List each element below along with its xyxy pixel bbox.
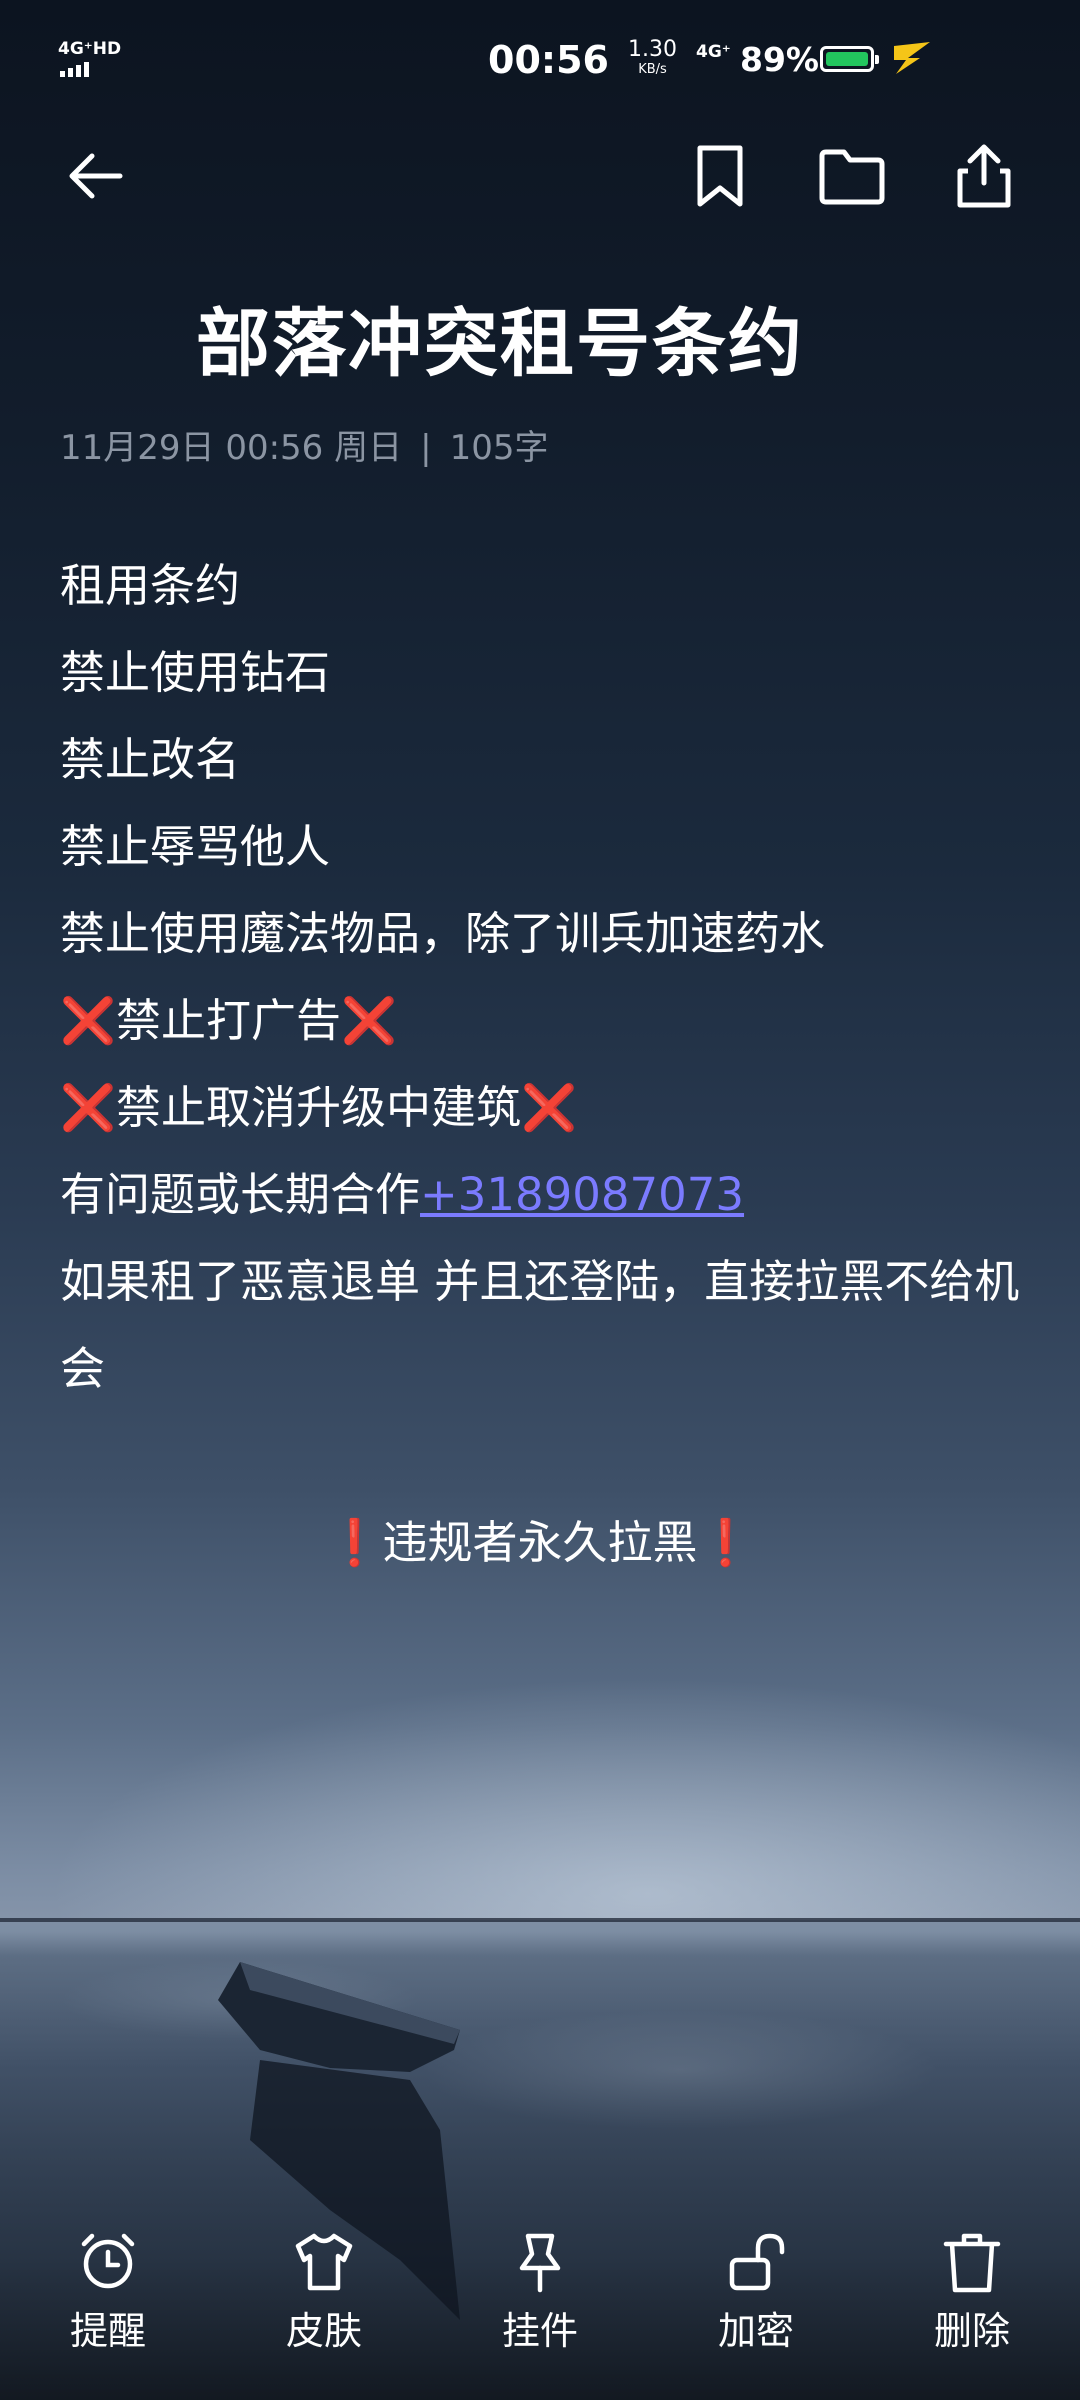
back-button[interactable] xyxy=(56,136,136,216)
alarm-clock-icon xyxy=(81,2233,135,2289)
skin-button[interactable]: 皮肤 xyxy=(244,2230,404,2400)
clock: 00:56 xyxy=(488,38,609,82)
note-line-ads: ❌禁止打广告❌ xyxy=(60,977,1020,1064)
unlock-icon xyxy=(729,2233,785,2291)
note-line-text: 禁止打广告 xyxy=(116,994,342,1047)
top-toolbar xyxy=(0,124,1080,234)
speed-value: 1.30 xyxy=(628,37,677,62)
tshirt-icon xyxy=(295,2233,353,2291)
pin-icon xyxy=(519,2233,561,2293)
note-line: 租用条约 xyxy=(60,559,241,612)
pin-label: 挂件 xyxy=(501,2309,578,2353)
note-meta: 11月29日 00:56 周日 | 105字 xyxy=(60,420,549,469)
bookmark-icon xyxy=(697,145,743,207)
battery-percent: 89% xyxy=(740,40,819,79)
back-arrow-icon xyxy=(69,153,123,199)
signal-icon xyxy=(60,62,89,77)
bottom-toolbar: 提醒 皮肤 挂件 加密 删除 xyxy=(0,2230,1080,2400)
network-indicator-2: 4G⁺ xyxy=(696,42,731,62)
word-count: 105字 xyxy=(449,428,549,468)
note-body[interactable]: 租用条约 禁止使用钻石 禁止改名 禁止辱骂他人 禁止使用魔法物品，除了训兵加速药… xyxy=(60,542,1020,1586)
note-title[interactable]: 部落冲突租号条约 xyxy=(0,284,1000,391)
note-line: 禁止辱骂他人 xyxy=(60,820,331,873)
reminder-button[interactable]: 提醒 xyxy=(28,2230,188,2400)
network-speed: 1.30 KB/s xyxy=(628,37,677,80)
speed-unit: KB/s xyxy=(638,62,667,77)
share-button[interactable] xyxy=(944,136,1024,216)
cross-mark-icon: ❌ xyxy=(521,1081,578,1134)
note-line-upgrade: ❌禁止取消升级中建筑❌ xyxy=(60,1064,1020,1151)
phone-link[interactable]: +3189087073 xyxy=(420,1168,744,1221)
reminder-label: 提醒 xyxy=(69,2309,146,2353)
cross-mark-icon: ❌ xyxy=(60,994,117,1047)
cross-mark-icon: ❌ xyxy=(60,1081,117,1134)
exclamation-icon: ❗ xyxy=(326,1516,383,1569)
delete-label: 删除 xyxy=(933,2309,1010,2353)
pin-button[interactable]: 挂件 xyxy=(460,2230,620,2400)
warning-text: 违规者永久拉黑 xyxy=(382,1516,698,1569)
warning-line: ❗违规者永久拉黑❗ xyxy=(60,1499,1020,1586)
share-icon xyxy=(957,144,1011,208)
delete-button[interactable]: 删除 xyxy=(892,2230,1052,2400)
exclamation-icon: ❗ xyxy=(697,1516,754,1569)
folder-icon xyxy=(819,149,885,205)
note-line: 禁止改名 xyxy=(60,733,241,786)
note-line: 如果租了恶意退单 并且还登陆，直接拉黑不给机会 xyxy=(60,1255,1020,1395)
encrypt-button[interactable]: 加密 xyxy=(676,2230,836,2400)
note-line: 禁止使用魔法物品，除了训兵加速药水 xyxy=(60,907,826,960)
meta-separator: | xyxy=(420,428,432,468)
note-line-contact: 有问题或长期合作+3189087073 xyxy=(60,1151,1020,1238)
folder-button[interactable] xyxy=(812,136,892,216)
battery-icon xyxy=(820,46,879,72)
charging-icon xyxy=(894,42,930,74)
status-bar: 4G⁺HD 00:56 1.30 KB/s 4G⁺ 89% xyxy=(0,0,1080,124)
cross-mark-icon: ❌ xyxy=(341,994,398,1047)
note-date: 11月29日 00:56 周日 xyxy=(60,428,403,468)
contact-text: 有问题或长期合作 xyxy=(60,1168,421,1221)
skin-label: 皮肤 xyxy=(285,2309,362,2353)
note-line-text: 禁止取消升级中建筑 xyxy=(116,1081,522,1134)
network-indicator: 4G⁺HD xyxy=(58,39,122,59)
trash-icon xyxy=(943,2233,1001,2293)
bookmark-button[interactable] xyxy=(680,136,760,216)
note-line: 禁止使用钻石 xyxy=(60,646,331,699)
encrypt-label: 加密 xyxy=(717,2309,794,2353)
